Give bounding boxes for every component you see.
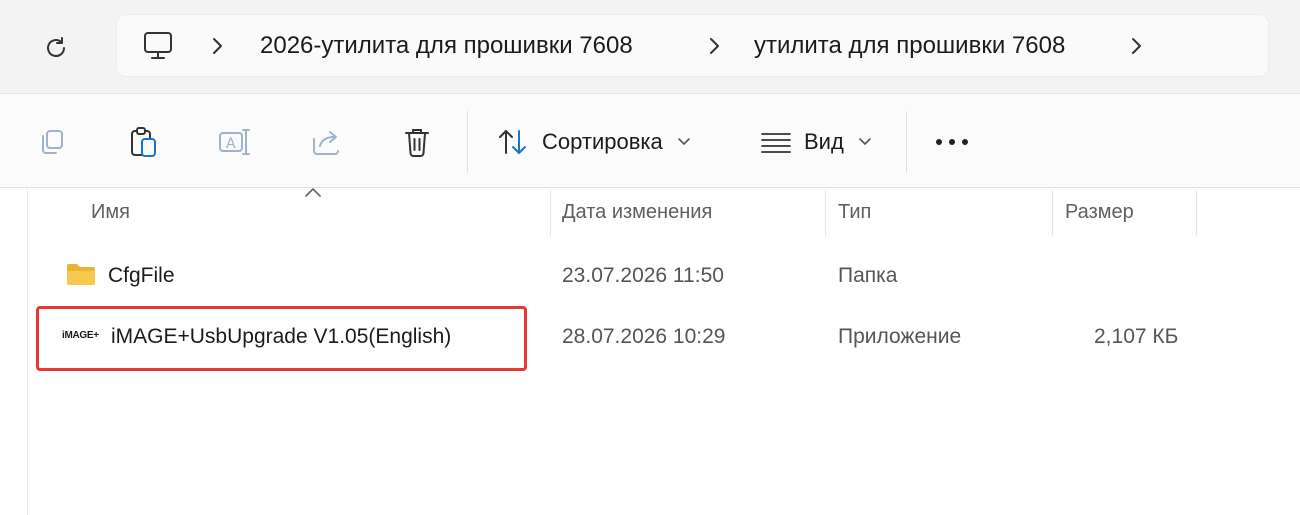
toolbar-divider bbox=[467, 111, 468, 173]
copy-button[interactable] bbox=[34, 120, 70, 164]
breadcrumb-item[interactable]: 2026-утилита для прошивки 7608 bbox=[260, 31, 633, 61]
copy-icon bbox=[42, 130, 63, 154]
file-size: 2,107 КБ bbox=[1094, 325, 1179, 348]
sort-ascending-icon bbox=[305, 188, 321, 197]
paste-icon bbox=[131, 127, 156, 157]
column-header-name[interactable]: Имя bbox=[91, 201, 130, 224]
sort-button[interactable]: Сортировка bbox=[496, 120, 706, 164]
view-button[interactable]: Вид bbox=[760, 120, 890, 164]
column-header-type[interactable]: Тип bbox=[838, 201, 871, 224]
delete-button[interactable] bbox=[400, 120, 434, 164]
column-header-date[interactable]: Дата изменения bbox=[562, 201, 712, 224]
sort-icon bbox=[499, 130, 526, 154]
view-icon bbox=[761, 133, 791, 153]
pane-divider bbox=[27, 188, 28, 515]
more-options-button[interactable] bbox=[930, 120, 974, 164]
rename-button[interactable]: A bbox=[216, 120, 254, 164]
column-header-size[interactable]: Размер bbox=[1065, 201, 1134, 224]
refresh-button[interactable] bbox=[36, 28, 76, 68]
image-plus-app-icon: iMAGE+ bbox=[62, 330, 99, 341]
address-bar[interactable]: 2026-утилита для прошивки 7608 утилита д… bbox=[116, 14, 1269, 77]
this-pc-icon[interactable] bbox=[141, 30, 175, 62]
rename-icon: A bbox=[219, 129, 250, 155]
folder-icon bbox=[67, 264, 95, 285]
column-divider[interactable] bbox=[825, 190, 826, 236]
share-button[interactable] bbox=[308, 120, 344, 164]
command-toolbar: A Сортировка Вид bbox=[0, 93, 1300, 188]
file-type: Папка bbox=[838, 264, 898, 287]
file-date: 23.07.2026 11:50 bbox=[562, 264, 724, 287]
svg-text:A: A bbox=[226, 136, 236, 152]
view-label: Вид bbox=[804, 129, 844, 154]
column-divider[interactable] bbox=[1196, 190, 1197, 236]
file-date: 28.07.2026 10:29 bbox=[562, 325, 726, 348]
navigation-bar: 2026-утилита для прошивки 7608 утилита д… bbox=[0, 0, 1300, 93]
chevron-down-icon bbox=[677, 137, 691, 147]
delete-icon bbox=[405, 129, 429, 157]
file-type: Приложение bbox=[838, 325, 962, 348]
chevron-down-icon bbox=[858, 137, 872, 147]
sort-label: Сортировка bbox=[542, 129, 663, 154]
toolbar-divider bbox=[906, 111, 907, 173]
chevron-right-icon[interactable] bbox=[704, 33, 724, 59]
file-name[interactable]: iMAGE+UsbUpgrade V1.05(English) bbox=[111, 325, 451, 349]
chevron-right-icon[interactable] bbox=[207, 33, 227, 59]
share-icon bbox=[313, 131, 339, 155]
paste-button[interactable] bbox=[126, 120, 162, 164]
chevron-right-icon[interactable] bbox=[1126, 33, 1146, 59]
column-divider[interactable] bbox=[550, 190, 551, 236]
breadcrumb-item[interactable]: утилита для прошивки 7608 bbox=[754, 31, 1065, 61]
more-icon bbox=[936, 139, 968, 145]
file-name[interactable]: CfgFile bbox=[108, 264, 175, 288]
refresh-icon bbox=[47, 37, 65, 57]
column-divider[interactable] bbox=[1052, 190, 1053, 236]
